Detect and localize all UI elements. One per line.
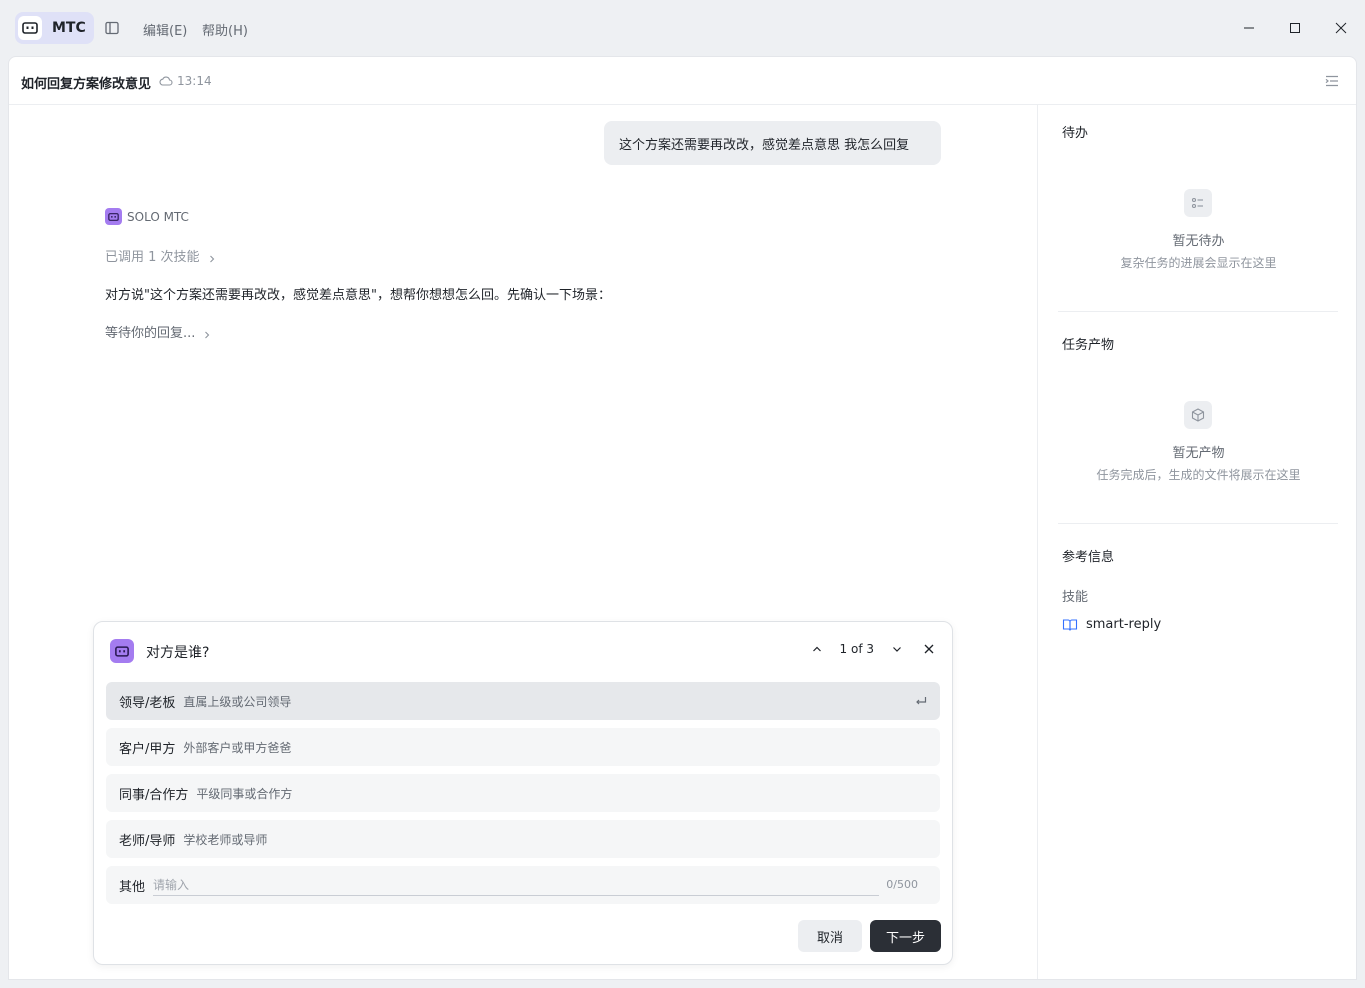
question-pager-count: 1 of 3 — [839, 642, 874, 656]
option-client[interactable]: 客户/甲方 外部客户或甲方爸爸 — [106, 728, 940, 766]
skills-label: 技能 — [1062, 590, 1089, 605]
menu-help[interactable]: 帮助(H) — [202, 20, 248, 39]
waiting-label: 等待你的回复... — [105, 326, 196, 341]
brand-label: MTC — [52, 20, 86, 36]
skill-used-toggle[interactable]: 已调用 1 次技能 — [105, 246, 216, 265]
question-bot-icon — [110, 639, 134, 663]
cloud-saved-icon — [159, 74, 173, 88]
next-step-button[interactable]: 下一步 — [870, 920, 941, 952]
divider — [1058, 311, 1338, 312]
bot-name: SOLO MTC — [127, 209, 189, 224]
checklist-icon — [1184, 189, 1212, 217]
divider — [1058, 523, 1338, 524]
option-teacher[interactable]: 老师/导师 学校老师或导师 — [106, 820, 940, 858]
skill-used-label: 已调用 1 次技能 — [105, 250, 200, 265]
option-label: 领导/老板 — [119, 695, 176, 711]
sidebar-toggle-icon[interactable] — [104, 20, 120, 36]
book-icon — [1062, 618, 1078, 632]
user-message-text: 这个方案还需要再改改，感觉差点意思 我怎么回复 — [619, 137, 910, 153]
brand-button[interactable]: MTC — [15, 12, 94, 44]
question-pager: 1 of 3 — [810, 642, 904, 656]
option-desc: 直属上级或公司领导 — [183, 694, 292, 709]
right-panel: 待办 暂无待办 复杂任务的进展会显示在这里 任务产物 暂无产物 任务完成后，生成… — [1037, 105, 1356, 979]
chevron-right-icon — [208, 252, 216, 262]
title-bar: MTC 编辑(E) 帮助(H) — [0, 0, 1365, 56]
user-message-bubble: 这个方案还需要再改改，感觉差点意思 我怎么回复 — [604, 121, 941, 165]
cancel-button[interactable]: 取消 — [798, 920, 862, 952]
reference-section-title: 参考信息 — [1062, 550, 1115, 565]
todo-empty-title: 暂无待办 — [1172, 234, 1225, 249]
artifacts-empty-desc: 任务完成后，生成的文件将展示在这里 — [1096, 468, 1301, 482]
document-header: 如何回复方案修改意见 13:14 — [9, 57, 1356, 105]
enter-key-icon — [914, 694, 928, 708]
todo-section-title: 待办 — [1062, 126, 1089, 141]
bot-avatar-icon — [105, 208, 122, 225]
option-label: 老师/导师 — [119, 833, 176, 849]
bot-message-text: 对方说"这个方案还需要再改改，感觉差点意思"，想帮你想想怎么回。先确认一下场景： — [105, 288, 611, 303]
document-title: 如何回复方案修改意见 — [21, 77, 152, 92]
close-window-icon[interactable] — [1331, 18, 1351, 38]
robot-logo-icon — [18, 16, 42, 40]
option-desc: 学校老师或导师 — [183, 832, 268, 847]
menu-edit[interactable]: 编辑(E) — [143, 20, 187, 39]
option-other-label: 其他 — [119, 879, 146, 895]
todo-empty-desc: 复杂任务的进展会显示在这里 — [1120, 256, 1277, 270]
bot-header: SOLO MTC — [105, 208, 189, 225]
close-question-icon[interactable] — [922, 642, 936, 656]
saved-time: 13:14 — [177, 74, 212, 88]
chevron-down-icon[interactable] — [890, 642, 904, 656]
artifacts-empty-title: 暂无产物 — [1172, 446, 1225, 461]
minimize-icon[interactable] — [1239, 18, 1259, 38]
package-cube-icon — [1184, 401, 1212, 429]
main-window: 如何回复方案修改意见 13:14 这个方案还需要再改改，感觉差点意思 我怎么回复… — [8, 56, 1357, 980]
option-label: 客户/甲方 — [119, 741, 176, 757]
option-label: 同事/合作方 — [119, 787, 189, 803]
skill-item-smart-reply[interactable]: smart-reply — [1062, 617, 1161, 632]
other-input[interactable] — [153, 874, 880, 896]
outline-toggle-icon[interactable] — [1324, 73, 1340, 89]
question-card: 对方是谁? 1 of 3 领导/老板 直属上级或公司领导 客户/甲方 外部客户或… — [93, 621, 953, 965]
maximize-icon[interactable] — [1285, 18, 1305, 38]
waiting-reply-toggle[interactable]: 等待你的回复... — [105, 322, 211, 341]
char-count: 0/500 — [886, 878, 918, 891]
option-other: 其他 0/500 — [106, 866, 940, 904]
artifacts-section-title: 任务产物 — [1062, 338, 1115, 353]
chevron-up-icon[interactable] — [810, 642, 824, 656]
option-leader[interactable]: 领导/老板 直属上级或公司领导 — [106, 682, 940, 720]
question-title: 对方是谁? — [146, 645, 210, 661]
option-desc: 平级同事或合作方 — [196, 786, 293, 801]
option-colleague[interactable]: 同事/合作方 平级同事或合作方 — [106, 774, 940, 812]
chevron-right-icon — [203, 328, 211, 338]
option-desc: 外部客户或甲方爸爸 — [183, 740, 292, 755]
skill-name: smart-reply — [1086, 617, 1162, 632]
